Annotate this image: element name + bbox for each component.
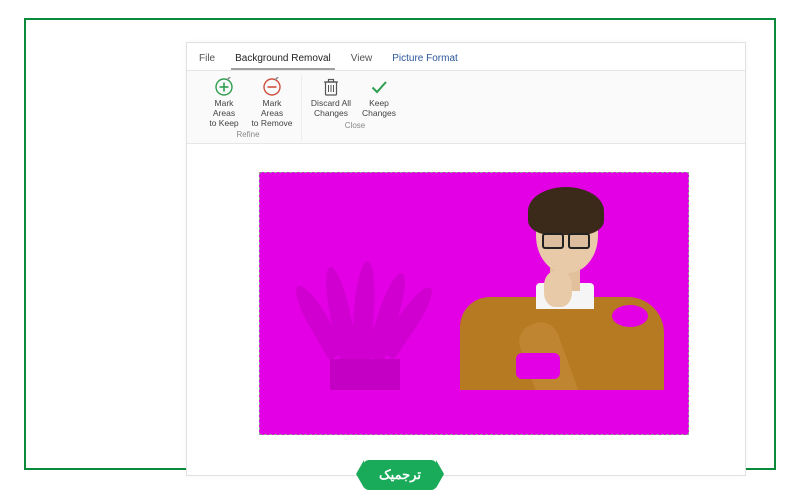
close-group-label: Close <box>345 121 365 132</box>
tab-view[interactable]: View <box>343 49 381 70</box>
mark-remove-label: Mark Areas to Remove <box>251 99 293 128</box>
selected-picture[interactable] <box>259 172 689 435</box>
desk-surface <box>260 390 688 434</box>
tab-background-removal[interactable]: Background Removal <box>227 49 339 70</box>
mark-areas-to-keep-button[interactable]: Mark Areas to Keep <box>201 75 247 128</box>
document-canvas[interactable] <box>187 144 745 475</box>
trash-icon <box>321 77 341 97</box>
ribbon-group-close: Discard All Changes Keep Changes <box>302 75 408 141</box>
mark-areas-to-remove-button[interactable]: Mark Areas to Remove <box>249 75 295 128</box>
guide-frame: File Background Removal View Picture For… <box>24 18 776 470</box>
tab-file[interactable]: File <box>191 49 223 70</box>
ribbon: Mark Areas to Keep Mark Areas to Remove <box>187 71 745 144</box>
tab-bar: File Background Removal View Picture For… <box>187 43 745 71</box>
keep-changes-button[interactable]: Keep Changes <box>356 75 402 119</box>
removal-mask-region <box>516 353 560 379</box>
check-icon <box>369 77 389 97</box>
mark-keep-label: Mark Areas to Keep <box>203 99 245 128</box>
refine-group-label: Refine <box>236 130 259 141</box>
keep-label: Keep Changes <box>362 99 396 119</box>
plus-circle-icon <box>214 77 234 97</box>
minus-circle-icon <box>262 77 282 97</box>
plant-illustration <box>300 259 430 409</box>
discard-label: Discard All Changes <box>311 99 351 119</box>
ribbon-group-refine: Mark Areas to Keep Mark Areas to Remove <box>195 75 302 141</box>
watermark-badge: ترجمیک <box>363 460 437 490</box>
tab-picture-format[interactable]: Picture Format <box>384 49 466 70</box>
discard-all-changes-button[interactable]: Discard All Changes <box>308 75 354 119</box>
app-window: File Background Removal View Picture For… <box>186 42 746 476</box>
